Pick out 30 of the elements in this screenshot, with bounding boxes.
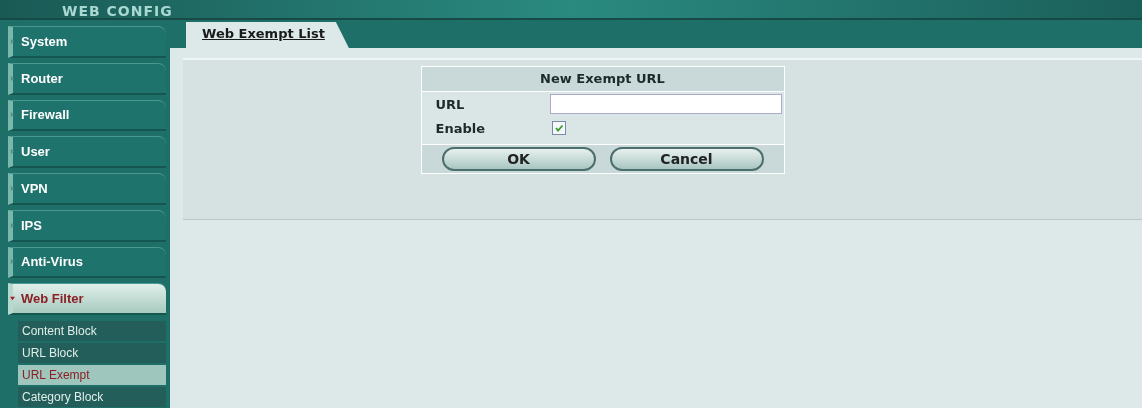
arrow-icon	[10, 75, 15, 81]
arrow-icon	[10, 259, 15, 265]
check-icon	[553, 123, 564, 133]
submenu-item[interactable]: URL Block	[18, 343, 166, 363]
menu-item[interactable]: Anti-Virus	[8, 246, 166, 279]
submenu-item[interactable]: URL Exempt	[18, 365, 166, 385]
app-title: WEB CONFIG	[62, 4, 173, 18]
arrow-icon	[10, 149, 15, 155]
arrow-icon	[10, 222, 15, 228]
submenu-item[interactable]: Content Block	[18, 321, 166, 341]
url-field[interactable]	[549, 94, 782, 114]
cancel-button[interactable]: Cancel	[609, 147, 764, 171]
url-label: URL	[435, 96, 466, 112]
submenu-item[interactable]: Category Block	[18, 387, 166, 407]
form-title: New Exempt URL	[421, 67, 784, 92]
arrow-icon	[10, 185, 15, 191]
tab[interactable]: Web Exempt List	[186, 22, 349, 48]
menu-item[interactable]: System	[8, 26, 166, 58]
menu-item[interactable]: User	[8, 136, 166, 168]
menu-item[interactable]: Firewall	[8, 99, 166, 132]
menu-item[interactable]: Web Filter	[8, 283, 166, 315]
enable-checkbox[interactable]	[551, 121, 566, 135]
menu-item[interactable]: Router	[8, 62, 166, 95]
ok-button[interactable]: OK	[441, 147, 596, 171]
menu-item[interactable]: VPN	[8, 173, 166, 205]
enable-label: Enable	[435, 120, 486, 136]
arrow-icon	[10, 296, 15, 302]
arrow-icon	[10, 112, 15, 118]
arrow-icon	[10, 38, 15, 44]
menu-item[interactable]: IPS	[8, 209, 166, 242]
